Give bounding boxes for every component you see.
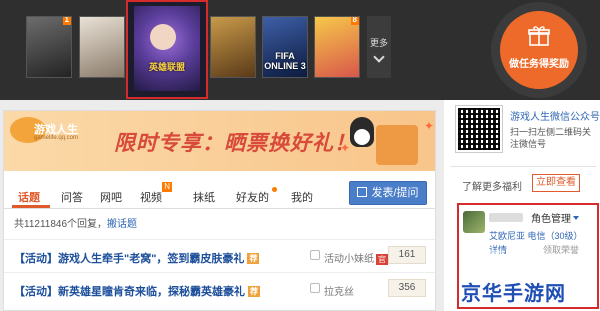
avatar (463, 211, 485, 233)
game-art (27, 17, 71, 77)
reply-count: 161 (388, 246, 426, 264)
more-games-button[interactable]: 更多 (367, 16, 391, 78)
topic-row[interactable]: 【活动】新英雄星瞳肯奇来临，探秘霸英雄豪礼荐 拉克丝 356 (4, 272, 435, 304)
role-manage-label: 角色管理 (531, 214, 571, 225)
tab-topics[interactable]: 话题 (18, 189, 40, 205)
tile-badge: 1 (62, 16, 71, 25)
new-badge: N (162, 182, 172, 192)
claim-honor-link[interactable]: 领取荣誉 (543, 243, 579, 256)
tab-friends-label: 好友的 (236, 192, 269, 204)
topic-title[interactable]: 【活动】新英雄星瞳肯奇来临，探秘霸英雄豪礼 (14, 286, 245, 298)
notification-dot (272, 187, 277, 192)
topic-author[interactable]: 拉克丝 (324, 287, 354, 298)
official-badge: 官 (376, 254, 388, 265)
tab-mine[interactable]: 我的 (291, 189, 313, 205)
penguin-belly (354, 129, 370, 145)
gift-box-graphic (376, 125, 418, 165)
topic-row[interactable]: 【活动】游戏人生牵手"老窝"，签到霸皮肤豪礼荐 活动小妹纸官 161 (4, 239, 435, 271)
tab-netcafe[interactable]: 网吧 (100, 189, 122, 205)
role-server: 艾欧尼亚 电信（30级） (489, 231, 583, 241)
tab-video-label: 视频 (140, 192, 162, 204)
wechat-account-title[interactable]: 游戏人生微信公众号 (510, 108, 600, 123)
game-tile-4[interactable] (210, 16, 256, 78)
game-tile-selected[interactable]: 英雄联盟 (126, 0, 208, 99)
star-icon: ✦ (340, 141, 351, 155)
game-tile-5[interactable]: FIFA ONLINE 3 (262, 16, 308, 78)
watermark: 鱼玩 (458, 248, 509, 273)
promo-banner[interactable]: 游戏人生 gamelife.qq.com 限时专享：晒票换好礼！ ✦ ✦ (4, 111, 435, 171)
game-caption: FIFA ONLINE 3 (264, 51, 306, 71)
site-watermark: 京华手游网 (461, 283, 566, 305)
tile-badge: 8 (350, 16, 359, 25)
task-reward-label: 做任务得奖励 (509, 59, 569, 70)
community-panel: 游戏人生 gamelife.qq.com 限时专享：晒票换好礼！ ✦ ✦ 话题 … (3, 110, 436, 311)
divider (450, 166, 596, 167)
game-tile-2[interactable] (79, 16, 125, 78)
reply-count-text: 共11211846个回复， (14, 219, 108, 230)
post-question-button[interactable]: 发表/提问 (349, 181, 427, 205)
post-button-label: 发表/提问 (371, 187, 419, 199)
game-logo-text: 英雄联盟 (148, 62, 185, 72)
game-switcher-bar: 1 英雄联盟 FIFA ONLINE 3 8 更多 做任务得奖励 (0, 0, 600, 100)
task-reward-inner: 做任务得奖励 (500, 11, 578, 89)
caret-down-icon (573, 216, 579, 220)
view-now-button[interactable]: 立即查看 (532, 174, 580, 192)
qr-code (455, 105, 503, 153)
recommend-tag: 荐 (248, 286, 260, 297)
chevron-down-icon (373, 51, 385, 63)
active-tab-indicator (12, 205, 50, 208)
game-art (211, 17, 255, 77)
tab-paper[interactable]: 抹纸 (193, 189, 215, 205)
banner-logo-sub: gamelife.qq.com (34, 135, 79, 141)
topic-title[interactable]: 【活动】游戏人生牵手"老窝"，签到霸皮肤豪礼 (14, 253, 244, 265)
more-label: 更多 (369, 38, 388, 48)
recommend-tag: 荐 (247, 253, 260, 264)
move-topic-link[interactable]: 搬话题 (107, 219, 137, 230)
topic-author-wrap: 活动小妹纸官 (324, 250, 388, 265)
tab-video[interactable]: 视频 N (140, 182, 172, 205)
banner-headline: 限时专享：晒票换好礼！ (114, 132, 356, 155)
tab-qa[interactable]: 问答 (61, 189, 83, 205)
game-art (80, 17, 124, 77)
role-name-placeholder (489, 213, 523, 222)
game-art (315, 17, 359, 77)
user-icon (310, 250, 320, 260)
star-icon: ✦ (424, 119, 435, 133)
wechat-instructions: 扫一扫左侧二维码关注微信号 (510, 127, 592, 149)
tab-friends[interactable]: 好友的 (236, 187, 277, 205)
edit-icon (357, 187, 368, 197)
topic-author-wrap: 拉克丝 (324, 283, 354, 298)
welfare-text: 了解更多福利 (462, 182, 522, 193)
user-icon (310, 283, 320, 293)
game-tile-1[interactable]: 1 (26, 16, 72, 78)
gift-icon (528, 26, 550, 46)
role-manage-dropdown[interactable]: 角色管理 (531, 210, 579, 225)
reply-count: 356 (388, 279, 426, 297)
topic-title-wrap: 【活动】新英雄星瞳肯奇来临，探秘霸英雄豪礼荐 (14, 283, 260, 299)
topic-author[interactable]: 活动小妹纸 (324, 254, 374, 265)
game-tile-6[interactable]: 8 (314, 16, 360, 78)
character-face (150, 24, 176, 50)
task-reward-button[interactable]: 做任务得奖励 (491, 2, 587, 98)
reply-summary: 共11211846个回复，搬话题 (14, 215, 137, 230)
topic-title-wrap: 【活动】游戏人生牵手"老窝"，签到霸皮肤豪礼荐 (14, 250, 260, 266)
